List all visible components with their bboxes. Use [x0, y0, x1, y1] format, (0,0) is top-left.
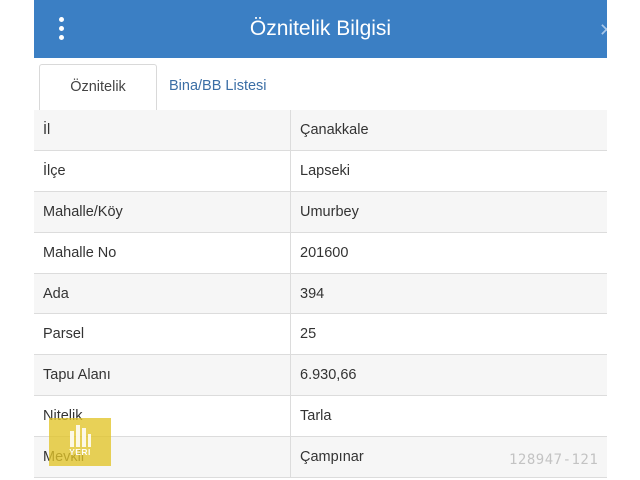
table-row: Mahalle No 201600 — [34, 232, 607, 274]
attribute-info-panel: Öznitelik Bilgisi ✕ Öznitelik Bilgisi Bi… — [34, 0, 607, 480]
attribute-value: 6.930,66 — [300, 367, 357, 384]
building-icon — [70, 425, 91, 447]
attribute-value: Tarla — [300, 407, 332, 424]
panel-header: Öznitelik Bilgisi ✕ — [34, 0, 607, 58]
table-row: Mahalle/Köy Umurbey — [34, 191, 607, 233]
attribute-key: Mahalle No — [34, 232, 291, 274]
attribute-key: Parsel — [34, 313, 291, 355]
table-row: Ada 394 — [34, 273, 607, 314]
attribute-value: Çanakkale — [300, 122, 369, 139]
table-row: Tapu Alanı 6.930,66 — [34, 354, 607, 396]
tab-building-list[interactable]: Bina/BB Listesi — [159, 64, 277, 109]
panel-title: Öznitelik Bilgisi — [249, 17, 392, 40]
attribute-value: Umurbey — [300, 203, 359, 220]
table-row: Nitelik Tarla — [34, 395, 607, 437]
attribute-value: 25 — [300, 326, 317, 343]
table-row: Parsel 25 — [34, 313, 607, 355]
watermark-logo: YERI — [49, 418, 111, 466]
attribute-value: Lapseki — [300, 163, 350, 180]
watermark-logo-text: YERI — [69, 447, 91, 457]
tab-attribute-info[interactable]: Öznitelik Bilgisi — [39, 64, 157, 140]
table-row: İl Çanakkale — [34, 110, 607, 151]
page: Öznitelik Bilgisi ✕ Öznitelik Bilgisi Bi… — [0, 0, 640, 480]
attribute-table: İl Çanakkale İlçe Lapseki Mahalle/Köy Um… — [34, 110, 607, 478]
tab-bar: Öznitelik Bilgisi Bina/BB Listesi — [34, 58, 607, 140]
attribute-key: İl — [34, 110, 291, 151]
close-button[interactable]: ✕ — [599, 19, 607, 41]
attribute-key: Tapu Alanı — [34, 354, 291, 396]
watermark-listing-id: 128947-121 — [509, 452, 599, 468]
close-icon: ✕ — [599, 20, 607, 40]
attribute-key: Ada — [34, 273, 291, 314]
attribute-value: 394 — [300, 285, 325, 302]
attribute-key: İlçe — [34, 150, 291, 192]
attribute-key: Mahalle/Köy — [34, 191, 291, 233]
attribute-value: 201600 — [300, 244, 349, 261]
table-row: İlçe Lapseki — [34, 150, 607, 192]
